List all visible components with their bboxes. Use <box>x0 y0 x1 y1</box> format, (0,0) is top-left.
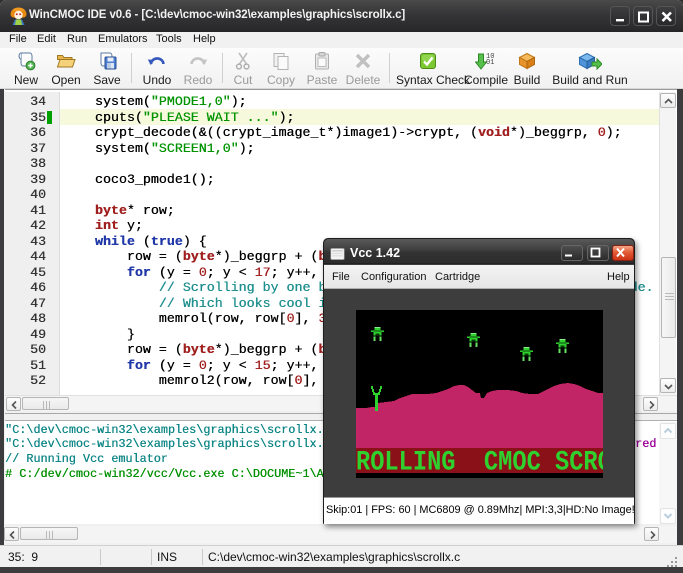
svg-text:ROLLING CMOC SCROL: ROLLING CMOC SCROL <box>356 446 603 478</box>
svg-text:01: 01 <box>486 59 494 67</box>
